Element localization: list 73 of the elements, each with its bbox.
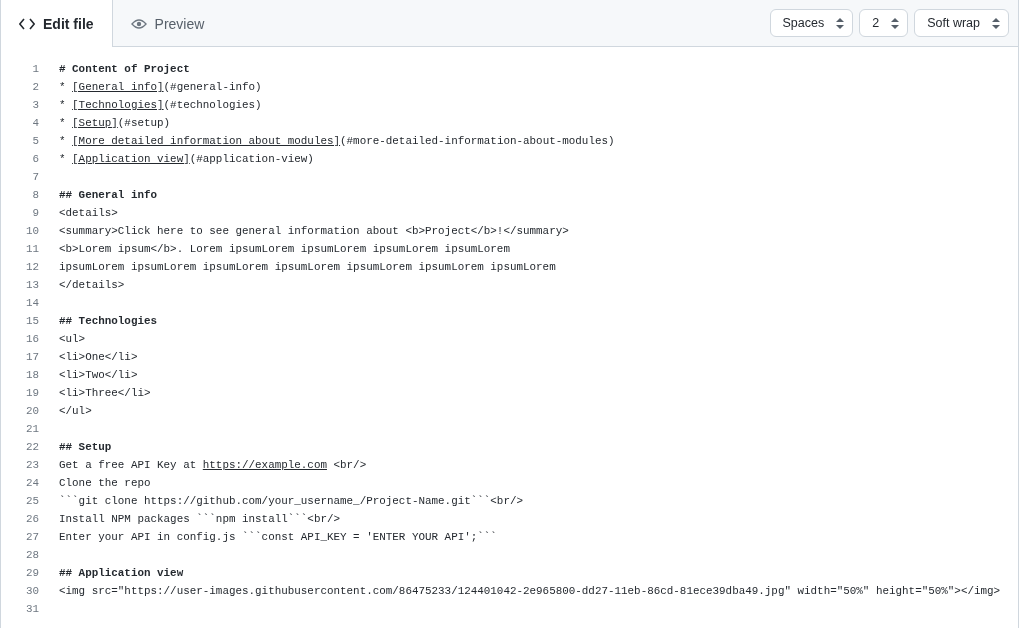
link-text: [More detailed information about modules] (72, 135, 341, 147)
code-line: * [More detailed information about modules](#more-detailed-information-about-modules) (59, 134, 615, 149)
code-line: Enter your API in config.js ```const API_KEY = 'ENTER YOUR API';``` (59, 530, 497, 545)
line-number: 25 (24, 494, 39, 509)
line-number: 18 (24, 368, 39, 383)
code-line: Clone the repo (59, 476, 151, 491)
line-number: 4 (31, 116, 39, 131)
heading-line: ## Application view (59, 566, 184, 581)
code-line: ipsumLorem ipsumLorem ipsumLorem ipsumLorem ipsumLorem ipsumLorem ipsumLorem (59, 260, 556, 275)
line-number: 21 (24, 422, 39, 437)
code-line: * [Technologies](#technologies) (59, 98, 262, 113)
code-line: <summary>Click here to see general information about <b>Project</b>!</summary> (59, 224, 569, 239)
link-text: [Setup] (72, 117, 118, 129)
line-number: 8 (31, 188, 39, 203)
line-number: 31 (24, 602, 39, 617)
sort-caret-icon (836, 17, 845, 29)
line-number: 20 (24, 404, 39, 419)
code-line: * [General info](#general-info) (59, 80, 262, 95)
code-line: Install NPM packages ```npm install```<br/> (59, 512, 341, 527)
line-number: 30 (24, 584, 39, 599)
line-number: 24 (24, 476, 39, 491)
code-line: * [Setup](#setup) (59, 116, 171, 131)
edit-tab[interactable]: Edit file (1, 0, 113, 47)
code-line: <li>Two</li> (59, 368, 138, 383)
code-line: <li>One</li> (59, 350, 138, 365)
line-number: 19 (24, 386, 39, 401)
line-number: 10 (24, 224, 39, 239)
sort-caret-icon (992, 17, 1000, 29)
link-text: [General info] (72, 81, 164, 93)
code-icon (19, 17, 35, 30)
line-number: 26 (24, 512, 39, 527)
line-number: 6 (31, 152, 39, 167)
heading-line: # Content of Project (59, 62, 190, 77)
line-number: 14 (24, 296, 39, 311)
line-number: 22 (24, 440, 39, 455)
sort-caret-icon (891, 17, 900, 29)
code-line: ```git clone https://github.com/your_username_/Project-Name.git```<br/> (59, 494, 524, 509)
code-line: <b>Lorem ipsum</b>. Lorem ipsumLorem ipsumLorem ipsumLorem ipsumLorem (59, 242, 510, 257)
tab[interactable]: Preview (112, 0, 223, 47)
line-number: 5 (31, 134, 39, 149)
code-line: <li>Three</li> (59, 386, 151, 401)
line-number: 7 (31, 170, 39, 185)
select-dropdown[interactable]: Spaces (769, 9, 854, 37)
line-number: 23 (24, 458, 39, 473)
line-number: 27 (24, 530, 39, 545)
line-number: 16 (24, 332, 39, 347)
code-line: * [Application view](#application-view) (59, 152, 314, 167)
code-line: </ul> (59, 404, 92, 419)
line-number: 17 (24, 350, 39, 365)
eye-icon (130, 17, 147, 30)
select-dropdown[interactable]: Soft wrap (914, 9, 1009, 37)
code-line: Get a free API Key at https://example.com <br/> (59, 458, 367, 473)
code-line: <details> (59, 206, 118, 221)
code-line: </details> (59, 278, 125, 293)
line-number: 12 (24, 260, 39, 275)
select-dropdown[interactable]: 2 (859, 9, 909, 37)
line-number: 11 (24, 242, 39, 257)
heading-line: ## Technologies (59, 314, 158, 329)
heading-line: ## General info (59, 188, 158, 203)
line-number: 29 (24, 566, 39, 581)
line-number: 28 (24, 548, 39, 563)
link-text: [Application view] (72, 153, 190, 165)
line-number: 13 (24, 278, 39, 293)
line-number: 2 (31, 80, 39, 95)
line-number: 9 (31, 206, 39, 221)
code-line: <img src="https://user-images.githubusercontent.com/86475233/124401042-2e965800-dd27-11eb-86cd-81ece39dba49.jpg" width="50%" height="50%"></img> (59, 584, 1001, 599)
line-number: 3 (31, 98, 39, 113)
link-text: [Technologies] (72, 99, 164, 111)
line-number: 1 (31, 62, 39, 77)
link-text: https://example.com (202, 459, 327, 471)
line-number: 15 (24, 314, 39, 329)
heading-line: ## Setup (59, 440, 112, 455)
code-line: <ul> (59, 332, 86, 347)
